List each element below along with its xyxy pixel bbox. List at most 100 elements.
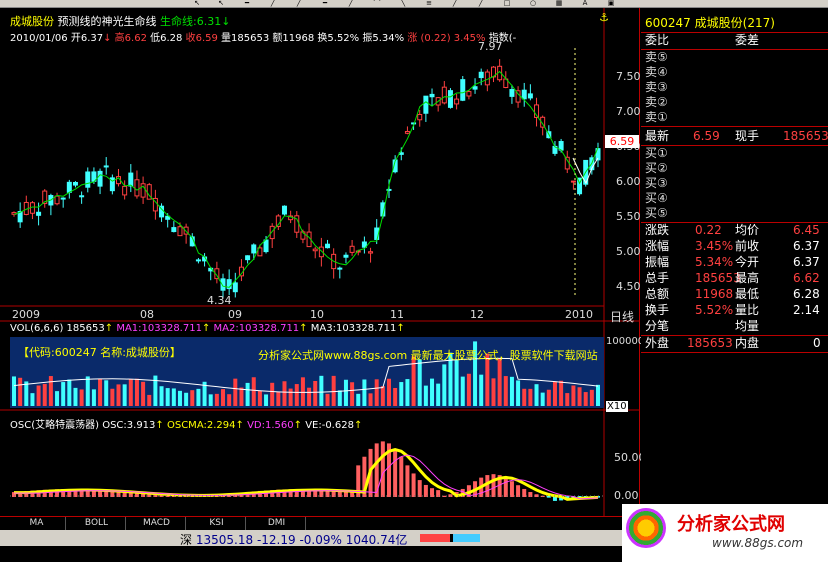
stat-label: 均价 (735, 223, 760, 237)
buy-2: 买② (645, 161, 668, 175)
volume-bar (171, 388, 176, 406)
volume-bar (288, 388, 293, 406)
latest-value: 6.59 (693, 129, 720, 143)
volume-bar (313, 381, 318, 406)
volume-bar (546, 389, 551, 406)
volume-bar (374, 379, 379, 406)
ve-value: VE:-0.628 (305, 420, 354, 431)
candle-body (251, 244, 257, 254)
stat-label: 总额 (645, 287, 670, 301)
volume-bar (460, 376, 465, 406)
candle-body (36, 211, 42, 216)
tab-boll[interactable]: BOLL (68, 517, 126, 530)
low-value: 低6.28 (150, 33, 183, 44)
vd-value: VD:1.560 (247, 420, 294, 431)
volume-bar (73, 387, 78, 406)
volume-banner-left: 【代码:600247 名称:成城股份】 (18, 346, 181, 359)
line-tool-icon[interactable]: ━ (318, 0, 332, 7)
tab-ksi[interactable]: KSI (188, 517, 246, 530)
volume-bar (350, 382, 355, 406)
volume-banner-right: 分析家公式网www.88gs.com 最新最大股票公式，股票软件下载网站 (258, 349, 598, 362)
candle-body (404, 130, 410, 134)
rect-tool-icon[interactable]: □ (500, 0, 514, 7)
sell-3: 卖③ (645, 80, 668, 94)
candle-body (447, 90, 453, 108)
line-tool-icon[interactable]: ━ (240, 0, 254, 7)
stat-label: 振幅 (645, 255, 670, 269)
anchor-icon[interactable]: ⚓ (599, 11, 609, 24)
tab-dmi[interactable]: DMI (248, 517, 306, 530)
volume-bar (571, 385, 576, 406)
candle-body (478, 71, 484, 79)
stat-label: 涨幅 (645, 239, 670, 253)
amount-value: 额11968 (272, 33, 315, 44)
volume-bar (565, 393, 570, 406)
osc-axis-tick: 0.00 (614, 489, 639, 502)
volume-bar (227, 394, 232, 406)
stat-value: 3.45% (695, 239, 734, 253)
candle-body (128, 172, 134, 187)
volume-bar (48, 376, 53, 406)
candle-body (343, 254, 349, 258)
volume-bar (208, 394, 213, 406)
volume-bar (177, 390, 182, 406)
volume-bar (24, 381, 29, 406)
pointer-icon[interactable]: ↖ (214, 0, 228, 7)
price-tick: 5.00 (616, 245, 641, 258)
current-price-tag: 6.59 (605, 135, 639, 148)
volume-bar (276, 391, 281, 406)
fenbi-row[interactable]: 分笔 均量 (645, 319, 825, 334)
chart-area[interactable]: 成城股份 预测线的神光生命线 生命线:6.31↓ 2010/01/06 开6.3… (0, 8, 646, 516)
tab-ma[interactable]: MA (8, 517, 66, 530)
change-value: 涨 (0.22) 3.45% (407, 33, 486, 44)
buy-1: 买① (645, 146, 668, 160)
volume-bar (528, 388, 533, 406)
volume-bar (264, 394, 269, 406)
line-tool-icon[interactable]: ╱ (474, 0, 488, 7)
grid-tool-icon[interactable]: ▦ (552, 0, 566, 7)
line-tool-icon[interactable]: ╱ (266, 0, 280, 7)
pointer-icon[interactable]: ↖ (190, 0, 204, 7)
quote-header: 600247 成城股份(217) (645, 16, 825, 31)
volume-bar (36, 385, 41, 406)
quote-count: (217) (742, 16, 775, 30)
stat-label: 最低 (735, 287, 760, 301)
volume-bar (196, 388, 201, 406)
circle-tool-icon[interactable]: ○ (526, 0, 540, 7)
site-logo: 分析家公式网 www.88gs.com (622, 504, 828, 562)
volume-bar (110, 388, 115, 406)
candle-body (177, 226, 183, 237)
x-tick: 12 (470, 308, 484, 321)
arc-tool-icon[interactable]: ⌒ (370, 0, 384, 7)
high-mark-label: 7.97 (478, 40, 503, 53)
fan-tool-icon[interactable]: ≡ (422, 0, 436, 7)
tab-macd[interactable]: MACD (128, 517, 186, 530)
text-tool-icon[interactable]: A (578, 0, 592, 7)
channel-tool-icon[interactable]: ╱ (448, 0, 462, 7)
kline-chart-svg[interactable] (0, 8, 640, 516)
save-icon[interactable]: ▣ (604, 0, 618, 7)
volume-bar (239, 387, 244, 406)
volume-bar (122, 384, 127, 406)
waipan-label: 外盘 (645, 336, 670, 350)
line-tool-icon[interactable]: ╱ (292, 0, 306, 7)
fenbi-label[interactable]: 分笔 (645, 319, 669, 333)
quote-stat-row: 换手 5.52% 量比 2.14 (645, 303, 825, 318)
candle-body (85, 171, 91, 188)
volume-bar (516, 380, 521, 406)
period-label[interactable]: 日线 (610, 308, 634, 325)
volume-bar (300, 377, 305, 406)
volume-bar (442, 364, 447, 406)
line-tool-icon[interactable]: ╱ (344, 0, 358, 7)
chart-title-row: 成城股份 预测线的神光生命线 生命线:6.31↓ (10, 15, 231, 28)
status-bar: 深 13505.18 -12.19 -0.09% 1040.74亿 (0, 530, 640, 547)
x-tick: 2010 (565, 308, 593, 321)
line-tool-icon[interactable]: ╲ (396, 0, 410, 7)
candle-body (103, 165, 109, 168)
price-tick: 6.00 (616, 175, 641, 188)
amplitude-value: 振5.34% (362, 33, 405, 44)
volume-bar (417, 359, 422, 406)
volume-bar (128, 379, 133, 406)
candle-body (411, 122, 417, 125)
volume-bar (423, 385, 428, 406)
